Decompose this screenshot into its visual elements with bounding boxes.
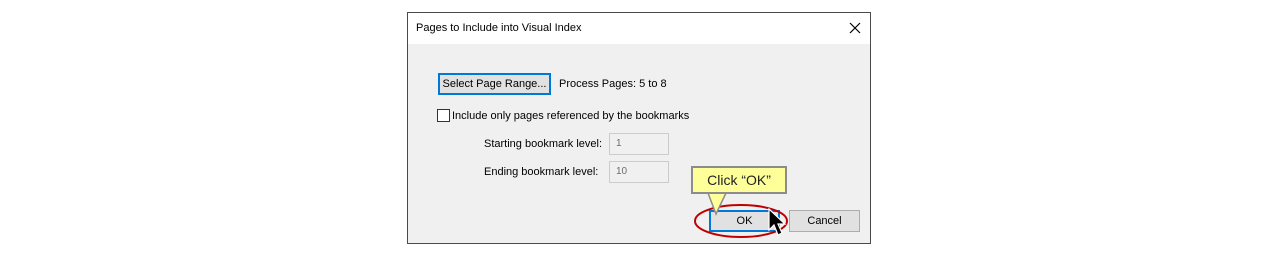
bookmarks-checkbox-label[interactable]: Include only pages referenced by the boo…: [452, 110, 689, 122]
bookmarks-checkbox[interactable]: [437, 109, 450, 122]
visual-index-dialog: Pages to Include into Visual Index Selec…: [407, 12, 871, 244]
ending-level-field[interactable]: 10: [609, 161, 669, 183]
starting-level-label: Starting bookmark level:: [484, 138, 602, 150]
instruction-callout: Click “OK”: [691, 166, 787, 194]
close-icon: [849, 22, 861, 34]
mouse-pointer-icon: [768, 208, 787, 236]
close-button[interactable]: [840, 13, 870, 43]
title-bar: Pages to Include into Visual Index: [408, 13, 870, 44]
cancel-button[interactable]: Cancel: [789, 210, 860, 232]
starting-level-field[interactable]: 1: [609, 133, 669, 155]
select-page-range-button[interactable]: Select Page Range...: [438, 73, 551, 95]
process-pages-text: Process Pages: 5 to 8: [559, 78, 667, 90]
dialog-title: Pages to Include into Visual Index: [416, 22, 582, 34]
ending-level-label: Ending bookmark level:: [484, 166, 599, 178]
